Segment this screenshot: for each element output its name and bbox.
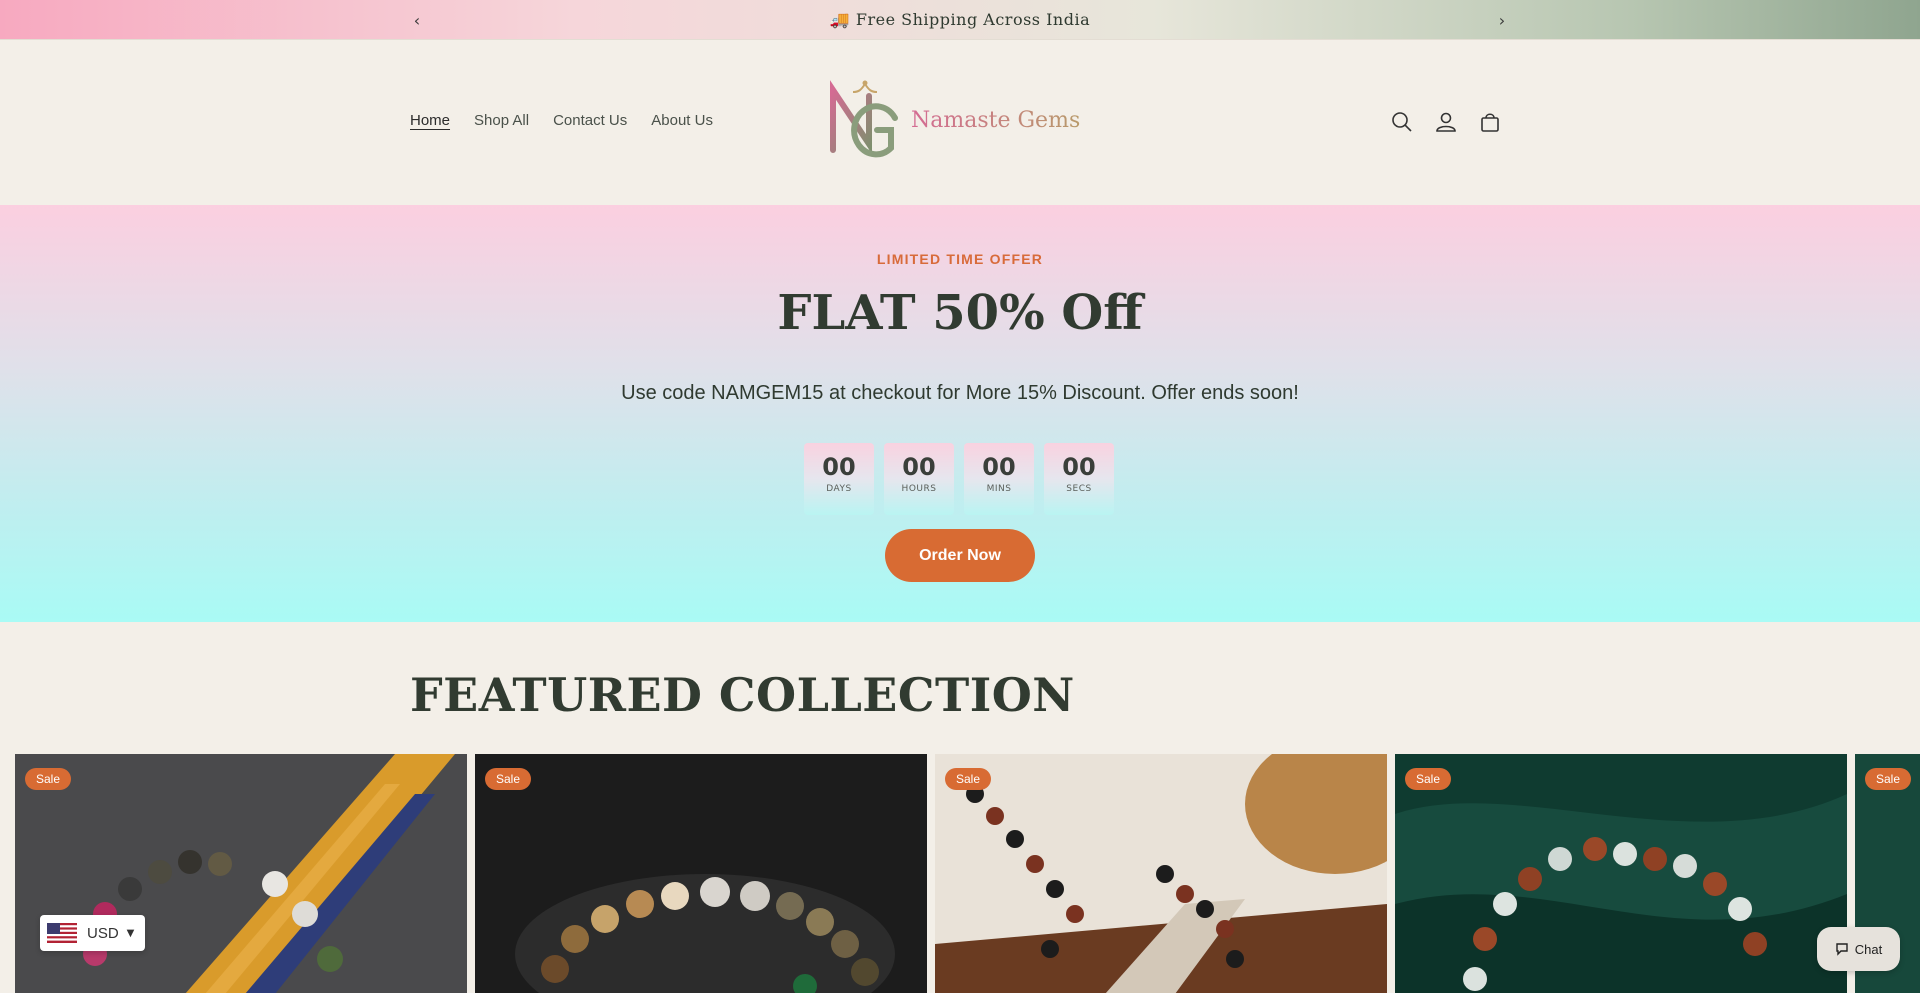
chevron-down-icon: ▼ — [126, 927, 135, 939]
currency-selector[interactable]: USD ▼ — [40, 915, 145, 951]
chat-label: Chat — [1854, 941, 1883, 957]
product-image — [475, 754, 927, 993]
hero-eyebrow: LIMITED TIME OFFER — [876, 251, 1044, 267]
countdown-label: DAYS — [826, 484, 852, 494]
site-logo[interactable]: Namaste Gems — [825, 75, 1085, 165]
countdown-hours: 00 HOURS — [884, 443, 954, 515]
logo-text: Namaste Gems — [911, 107, 1081, 133]
product-image — [1395, 754, 1847, 993]
sale-badge: Sale — [945, 768, 992, 790]
countdown-days: 00 DAYS — [804, 443, 874, 515]
countdown-label: MINS — [986, 484, 1012, 494]
product-image — [935, 754, 1387, 993]
countdown-value: 00 — [982, 453, 1016, 481]
chat-bubble-icon — [1836, 943, 1848, 956]
countdown-secs: 00 SECS — [1044, 443, 1114, 515]
nav-contact-us[interactable]: Contact Us — [553, 112, 627, 129]
us-flag-icon — [47, 923, 77, 943]
chat-button[interactable]: Chat — [1817, 927, 1900, 971]
sale-badge: Sale — [485, 768, 532, 790]
countdown-value: 00 — [822, 453, 856, 481]
countdown-label: SECS — [1066, 484, 1092, 494]
countdown-value: 00 — [1062, 453, 1096, 481]
product-card[interactable]: Sale — [935, 754, 1387, 993]
countdown-value: 00 — [902, 453, 936, 481]
announcement-next-button[interactable]: › — [1490, 8, 1514, 32]
nav-about-us[interactable]: About Us — [651, 112, 713, 129]
announcement-bar: ‹ 🚚 Free Shipping Across India › — [0, 0, 1920, 40]
nav-shop-all[interactable]: Shop All — [474, 112, 529, 129]
featured-carousel: Sale Sale Sale Sale Sale — [15, 754, 1920, 993]
product-card[interactable]: Sale — [15, 754, 467, 993]
featured-collection-title: FEATURED COLLECTION — [410, 668, 1075, 722]
hero-headline: FLAT 50% Off — [777, 285, 1143, 341]
sale-badge: Sale — [25, 768, 72, 790]
countdown-timer: 00 DAYS 00 HOURS 00 MINS 00 SECS — [804, 443, 1114, 515]
product-card[interactable]: Sale — [1395, 754, 1847, 993]
nav-home[interactable]: Home — [410, 112, 450, 129]
sale-badge: Sale — [1405, 768, 1452, 790]
product-image — [15, 754, 467, 993]
sale-badge: Sale — [1865, 768, 1912, 790]
header-icons — [1390, 110, 1502, 134]
logo-monogram — [825, 78, 905, 162]
search-icon[interactable] — [1390, 110, 1414, 134]
main-nav: Home Shop All Contact Us About Us — [410, 112, 713, 129]
cart-icon[interactable] — [1478, 110, 1502, 134]
currency-code: USD — [87, 924, 119, 942]
product-card[interactable]: Sale — [475, 754, 927, 993]
countdown-mins: 00 MINS — [964, 443, 1034, 515]
announcement-message: 🚚 Free Shipping Across India — [829, 10, 1091, 29]
account-icon[interactable] — [1434, 110, 1458, 134]
site-header: Home Shop All Contact Us About Us Namast… — [0, 40, 1920, 205]
hero-banner: LIMITED TIME OFFER FLAT 50% Off Use code… — [0, 205, 1920, 622]
order-now-button[interactable]: Order Now — [885, 529, 1035, 582]
countdown-label: HOURS — [901, 484, 937, 494]
hero-subtext: Use code NAMGEM15 at checkout for More 1… — [621, 382, 1299, 404]
